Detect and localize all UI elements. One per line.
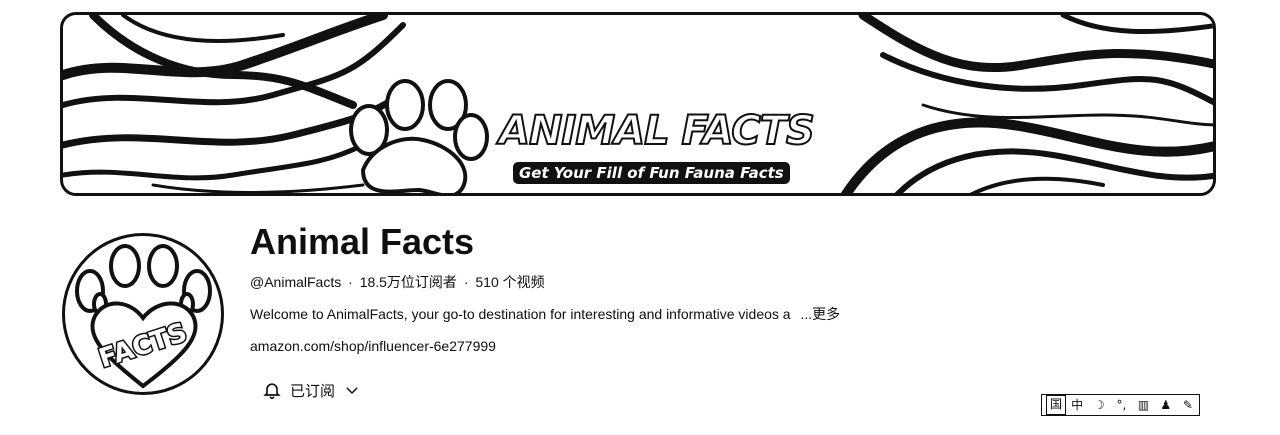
ime-item-country[interactable]: 国 <box>1046 395 1066 415</box>
chevron-down-icon <box>343 381 361 399</box>
keyboard-icon[interactable]: ▥ <box>1133 395 1155 415</box>
channel-name: Animal Facts <box>250 221 475 262</box>
channel-meta: @AnimalFacts · 18.5万位订阅者 · 510 个视频 <box>250 272 545 292</box>
subscribed-button[interactable]: 已订阅 <box>256 372 367 408</box>
punctuation-icon[interactable]: °, <box>1110 395 1132 415</box>
bell-icon <box>262 380 282 400</box>
paw-heart-logo: FACTS <box>75 244 212 389</box>
banner-subtitle: Get Your Fill of Fun Fauna Facts <box>513 162 790 184</box>
channel-link[interactable]: amazon.com/shop/influencer-6e277999 <box>250 336 496 356</box>
channel-avatar[interactable]: FACTS <box>62 233 224 395</box>
channel-description[interactable]: Welcome to AnimalFacts, your go-to desti… <box>250 304 840 324</box>
channel-banner: ANIMAL FACTS Get Your Fill of Fun Fauna … <box>60 12 1216 196</box>
video-count: 510 个视频 <box>475 274 545 290</box>
subscriber-count: 18.5万位订阅者 <box>359 274 457 290</box>
ime-toolbar[interactable]: 国 中 ☽ °, ▥ ♟ ✎ <box>1041 394 1200 416</box>
more-link[interactable]: ...更多 <box>800 306 840 322</box>
description-text: Welcome to AnimalFacts, your go-to desti… <box>250 306 791 322</box>
meta-separator: · <box>463 274 469 290</box>
banner-title: ANIMAL FACTS <box>498 108 816 154</box>
wrench-icon[interactable]: ✎ <box>1177 395 1199 415</box>
subscribed-label: 已订阅 <box>290 382 336 400</box>
user-icon[interactable]: ♟ <box>1155 395 1177 415</box>
ime-item-chinese[interactable]: 中 <box>1066 395 1088 415</box>
channel-handle: @AnimalFacts <box>250 274 342 290</box>
meta-separator: · <box>348 274 353 290</box>
moon-icon[interactable]: ☽ <box>1088 395 1110 415</box>
